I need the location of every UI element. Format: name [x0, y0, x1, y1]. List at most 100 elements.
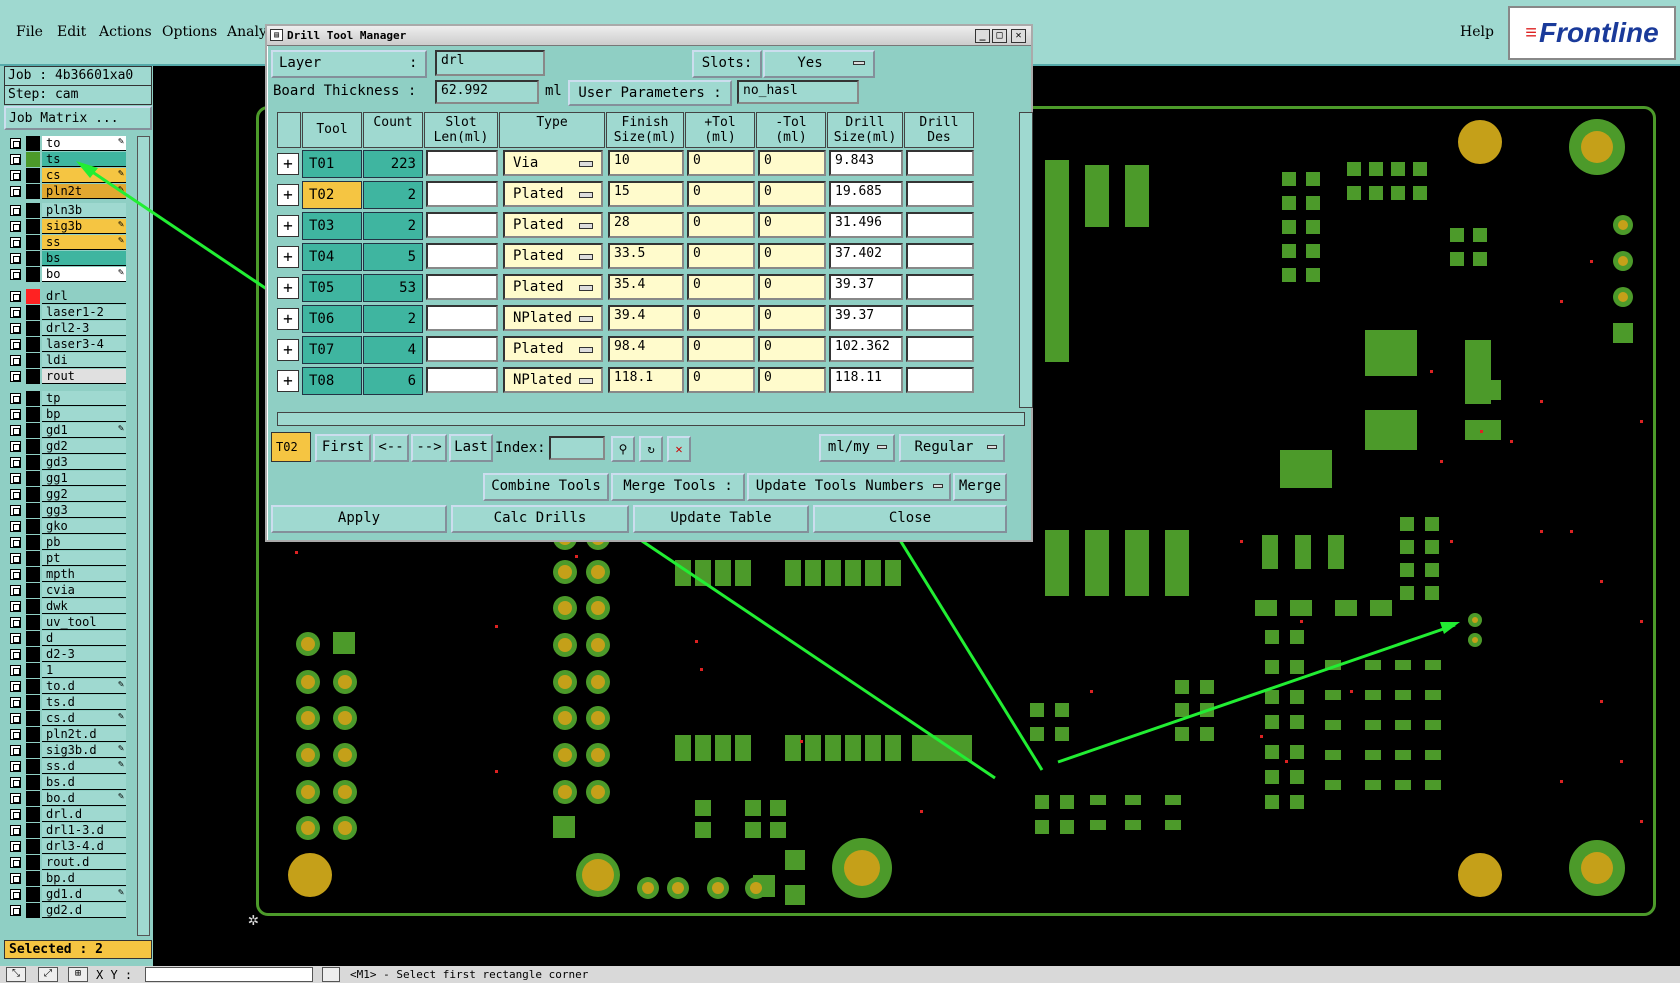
finish-size-input[interactable]: 28: [608, 212, 684, 238]
expand-icon[interactable]: +: [277, 215, 299, 237]
minus-tol-input[interactable]: 0: [758, 212, 826, 238]
mode-dropdown[interactable]: Regular: [899, 434, 1005, 462]
plus-tol-input[interactable]: 0: [687, 367, 755, 393]
calc-drills-button[interactable]: Calc Drills: [451, 505, 629, 533]
finish-size-input[interactable]: 35.4: [608, 274, 684, 300]
drill-des-input[interactable]: [906, 212, 974, 238]
type-dropdown[interactable]: Plated: [503, 212, 603, 238]
expand-icon[interactable]: +: [277, 339, 299, 361]
drill-des-input[interactable]: [906, 305, 974, 331]
finish-size-input[interactable]: 33.5: [608, 243, 684, 269]
expand-icon[interactable]: +: [277, 184, 299, 206]
status-toggle-button[interactable]: [322, 967, 340, 982]
plus-tol-input[interactable]: 0: [687, 243, 755, 269]
drill-des-input[interactable]: [906, 274, 974, 300]
slot-length-input[interactable]: [426, 212, 498, 238]
minus-tol-input[interactable]: 0: [758, 336, 826, 362]
thickness-input[interactable]: 62.992: [435, 80, 539, 104]
drill-size-input[interactable]: 39.37: [829, 274, 903, 300]
slot-length-input[interactable]: [426, 336, 498, 362]
user-parameters-button[interactable]: User Parameters :: [568, 80, 732, 106]
drill-size-input[interactable]: 9.843: [829, 150, 903, 176]
drill-des-input[interactable]: [906, 336, 974, 362]
close-icon[interactable]: ✕: [1011, 29, 1026, 43]
table-vertical-scrollbar[interactable]: [1019, 112, 1033, 408]
finish-size-input[interactable]: 10: [608, 150, 684, 176]
expand-icon[interactable]: +: [277, 277, 299, 299]
type-dropdown[interactable]: Plated: [503, 336, 603, 362]
plus-tol-input[interactable]: 0: [687, 181, 755, 207]
last-button[interactable]: Last: [449, 434, 493, 462]
drill-des-input[interactable]: [906, 243, 974, 269]
units-dropdown[interactable]: ml/my: [819, 434, 895, 462]
plus-tol-input[interactable]: 0: [687, 336, 755, 362]
grid-icon[interactable]: ⊞: [68, 967, 88, 982]
slot-length-input[interactable]: [426, 274, 498, 300]
type-dropdown[interactable]: NPlated: [503, 367, 603, 393]
minus-tol-input[interactable]: 0: [758, 150, 826, 176]
combine-tools-button[interactable]: Combine Tools: [483, 473, 609, 501]
pan-icon[interactable]: ⤢: [38, 967, 58, 982]
type-dropdown[interactable]: Plated: [503, 181, 603, 207]
slot-length-input[interactable]: [426, 305, 498, 331]
first-button[interactable]: First: [315, 434, 371, 462]
tool-id[interactable]: T07: [302, 336, 362, 364]
expand-icon[interactable]: +: [277, 246, 299, 268]
minus-tol-input[interactable]: 0: [758, 274, 826, 300]
slots-dropdown[interactable]: Yes: [763, 50, 875, 78]
tool-id[interactable]: T02: [302, 181, 362, 209]
table-horizontal-scrollbar[interactable]: [277, 412, 1025, 426]
prev-button[interactable]: <--: [373, 434, 409, 462]
close-button[interactable]: Close: [813, 505, 1007, 533]
user-parameters-input[interactable]: no_hasl: [737, 80, 859, 104]
slot-length-input[interactable]: [426, 150, 498, 176]
tool-id[interactable]: T04: [302, 243, 362, 271]
tool-id[interactable]: T01: [302, 150, 362, 178]
update-table-button[interactable]: Update Table: [633, 505, 809, 533]
layer-button[interactable]: Layer:: [271, 50, 427, 78]
drill-size-input[interactable]: 118.11: [829, 367, 903, 393]
finish-size-input[interactable]: 98.4: [608, 336, 684, 362]
slot-length-input[interactable]: [426, 243, 498, 269]
merge-button[interactable]: Merge: [953, 473, 1007, 501]
drill-des-input[interactable]: [906, 150, 974, 176]
minus-tol-input[interactable]: 0: [758, 367, 826, 393]
plus-tol-input[interactable]: 0: [687, 212, 755, 238]
next-button[interactable]: -->: [411, 434, 447, 462]
drill-des-input[interactable]: [906, 181, 974, 207]
update-tools-numbers-dropdown[interactable]: Update Tools Numbers: [747, 473, 951, 501]
tool-id[interactable]: T05: [302, 274, 362, 302]
maximize-icon[interactable]: □: [992, 29, 1007, 43]
plus-tol-input[interactable]: 0: [687, 305, 755, 331]
finish-size-input[interactable]: 15: [608, 181, 684, 207]
expand-icon[interactable]: +: [277, 370, 299, 392]
index-input[interactable]: [549, 436, 605, 460]
drill-size-input[interactable]: 102.362: [829, 336, 903, 362]
expand-icon[interactable]: +: [277, 153, 299, 175]
dialog-titlebar[interactable]: ▤ Drill Tool Manager _ □ ✕: [267, 26, 1031, 46]
tool-id[interactable]: T06: [302, 305, 362, 333]
minus-tol-input[interactable]: 0: [758, 243, 826, 269]
window-menu-icon[interactable]: ▤: [270, 29, 283, 41]
layer-input[interactable]: drl: [435, 50, 545, 76]
slot-length-input[interactable]: [426, 367, 498, 393]
zoom-icon[interactable]: ⤡: [6, 967, 26, 982]
xy-input[interactable]: [145, 967, 313, 982]
tool-id[interactable]: T08: [302, 367, 362, 395]
drill-size-input[interactable]: 31.496: [829, 212, 903, 238]
apply-button[interactable]: Apply: [271, 505, 447, 533]
finish-size-input[interactable]: 118.1: [608, 367, 684, 393]
type-dropdown[interactable]: NPlated: [503, 305, 603, 331]
type-dropdown[interactable]: Plated: [503, 274, 603, 300]
delete-icon[interactable]: ✕: [667, 436, 691, 462]
drill-size-input[interactable]: 37.402: [829, 243, 903, 269]
refresh-icon[interactable]: ↻: [639, 436, 663, 462]
plus-tol-input[interactable]: 0: [687, 150, 755, 176]
expand-icon[interactable]: +: [277, 308, 299, 330]
minimize-icon[interactable]: _: [975, 29, 990, 43]
finish-size-input[interactable]: 39.4: [608, 305, 684, 331]
drill-size-input[interactable]: 39.37: [829, 305, 903, 331]
tool-id[interactable]: T03: [302, 212, 362, 240]
plus-tol-input[interactable]: 0: [687, 274, 755, 300]
drill-size-input[interactable]: 19.685: [829, 181, 903, 207]
